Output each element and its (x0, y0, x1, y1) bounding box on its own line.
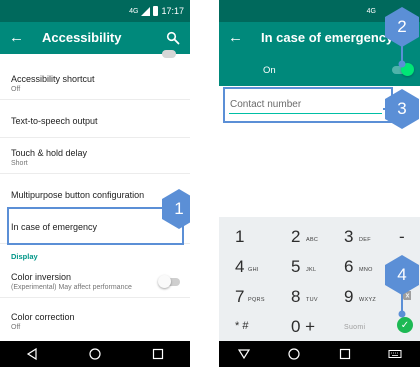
section-header-display: Display (11, 252, 38, 261)
callout-number: 1 (174, 199, 184, 218)
item-title: Multipurpose button configuration (11, 190, 145, 200)
color-inversion-toggle[interactable] (158, 275, 180, 288)
callout-number: 3 (397, 99, 407, 118)
item-title: Color inversion (11, 272, 72, 282)
item-title: Color correction (11, 312, 75, 322)
list-item-touch-hold-delay[interactable]: Touch & hold delay Short (0, 140, 190, 174)
status-time: 17:17 (161, 6, 184, 16)
item-title: Touch & hold delay (11, 148, 88, 158)
list-item-accessibility-shortcut[interactable]: Accessibility shortcut Off (0, 66, 190, 100)
signal-icon (141, 6, 151, 16)
callout-number: 2 (397, 17, 407, 36)
callout-leader-lines (383, 45, 406, 318)
emergency-screen: 4G ← In case of emergency On 1 2 ABC 3 D… (219, 0, 420, 367)
list-item-color-correction[interactable]: Color correction Off (0, 304, 190, 341)
accessibility-screen: 4G 17:17 ← Accessibility Accessibility s… (0, 0, 190, 367)
app-bar: ← Accessibility (0, 22, 190, 54)
item-title: Accessibility shortcut (11, 74, 95, 84)
item-subtitle: Off (11, 324, 21, 331)
callout-number: 4 (397, 265, 407, 284)
item-title: Text-to-speech output (11, 116, 98, 126)
callout-2: 2 (383, 6, 420, 48)
nav-bar (0, 341, 190, 367)
callout-1: 1 (160, 188, 190, 230)
callout-3: 3 (383, 88, 420, 130)
item-subtitle: (Experimental) May affect performance (11, 284, 132, 291)
search-icon[interactable] (166, 31, 180, 45)
network-type: 4G (129, 7, 139, 15)
toggle-partial (162, 50, 176, 58)
nav-recents-icon[interactable] (151, 347, 165, 361)
item-subtitle: Off (11, 86, 21, 93)
list-item-text-to-speech[interactable]: Text-to-speech output (0, 104, 190, 138)
highlight-box-emergency (7, 207, 184, 245)
status-bar: 4G 17:17 (0, 0, 190, 22)
item-subtitle: Short (11, 160, 28, 167)
nav-back-icon[interactable] (25, 347, 39, 361)
battery-icon (153, 6, 159, 16)
list-item-color-inversion[interactable]: Color inversion (Experimental) May affec… (0, 264, 190, 298)
callout-4: 4 (383, 254, 420, 296)
back-arrow-icon[interactable]: ← (9, 28, 27, 48)
nav-home-icon[interactable] (88, 347, 102, 361)
page-title: Accessibility (42, 30, 122, 45)
